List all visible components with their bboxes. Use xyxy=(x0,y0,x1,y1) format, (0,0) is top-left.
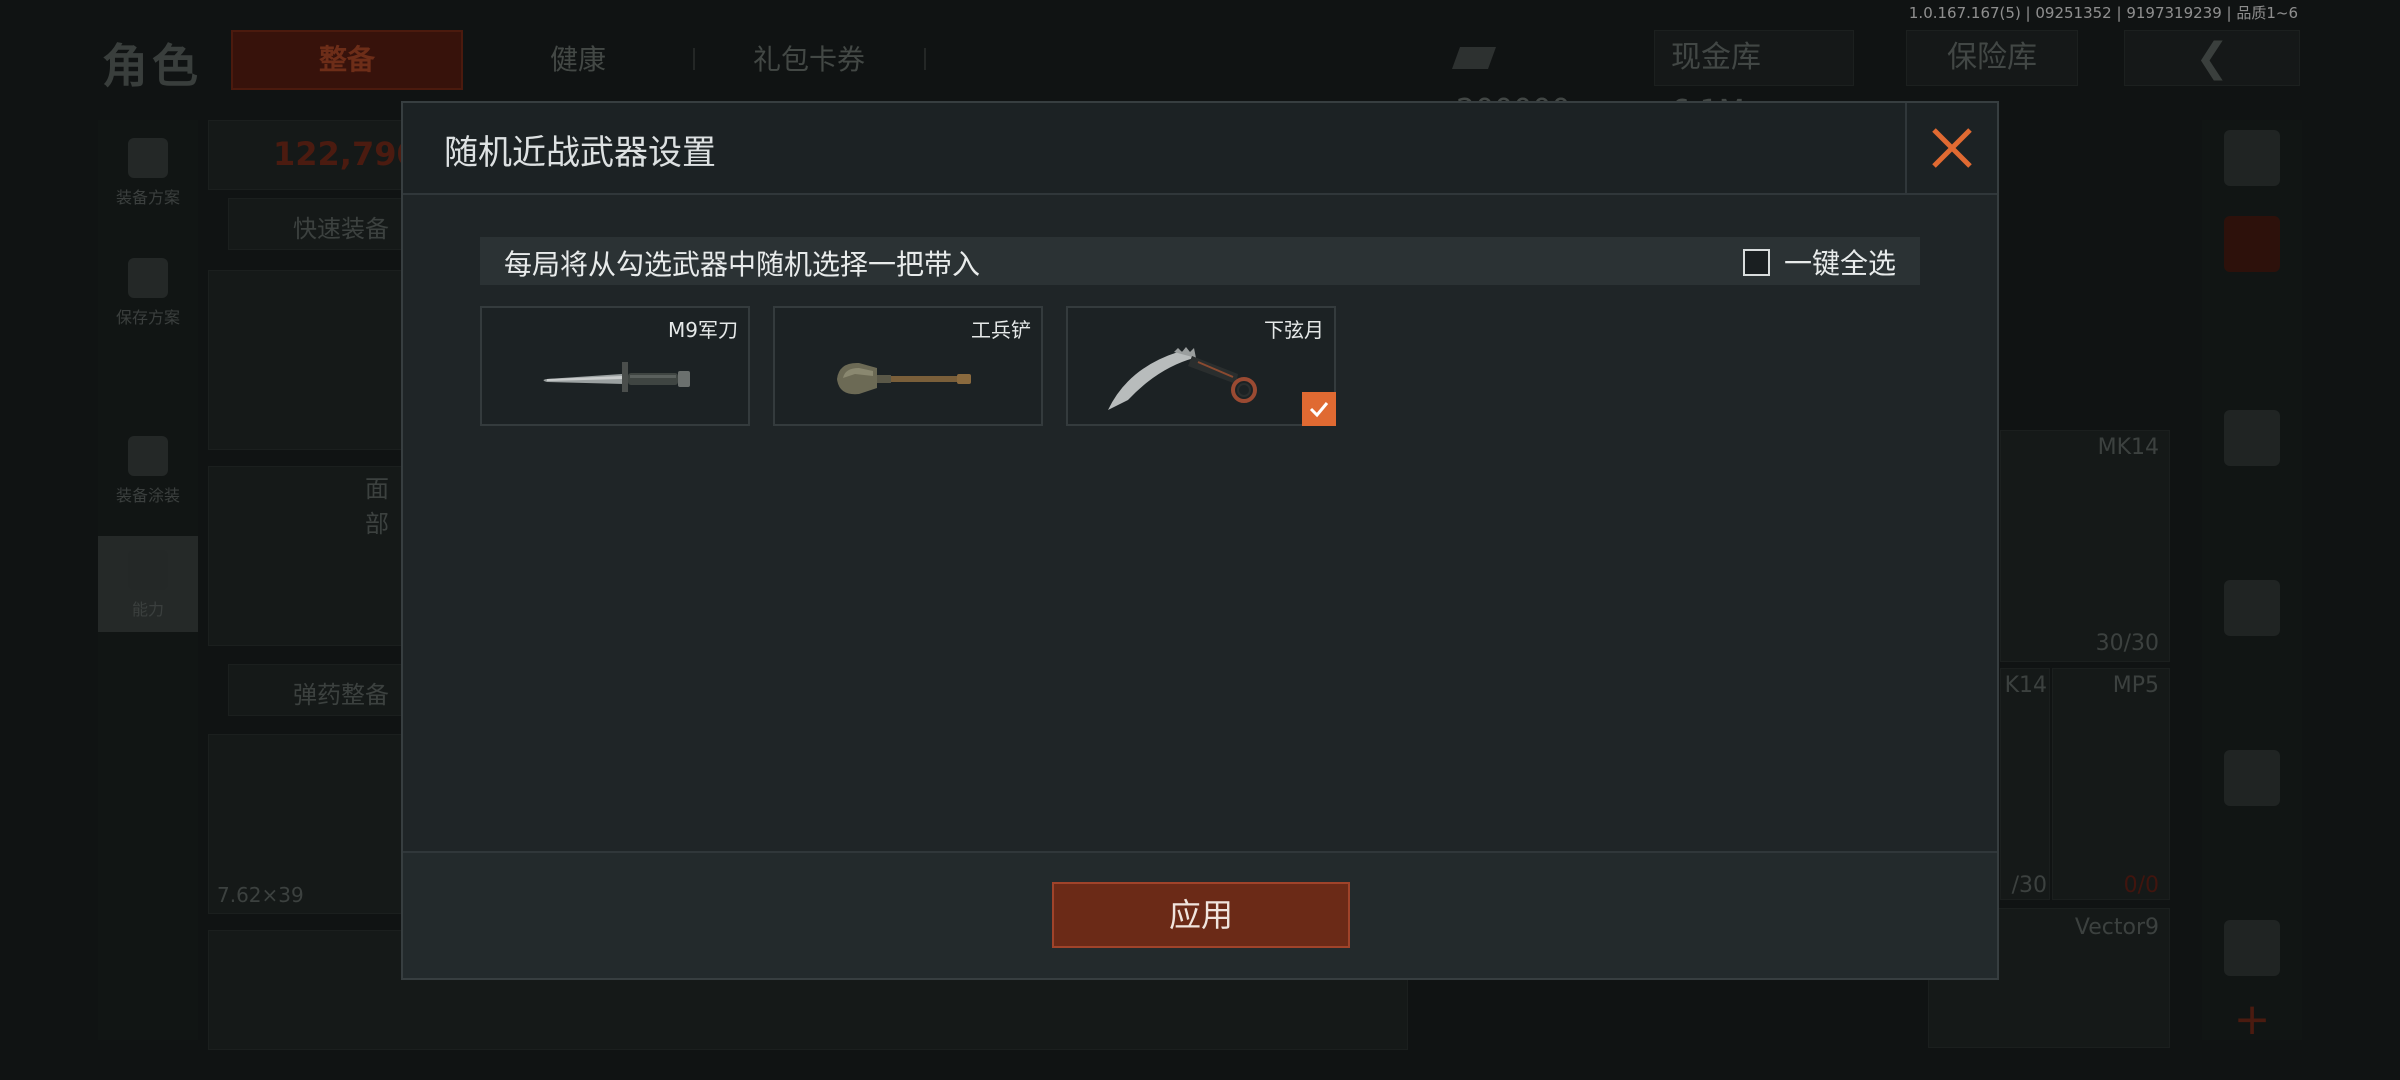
karambit-knife-icon xyxy=(1108,347,1257,410)
select-all-label: 一键全选 xyxy=(1783,247,1896,280)
weapon-checkbox-checked[interactable] xyxy=(1302,392,1336,426)
weapon-card-m9[interactable]: M9军刀 xyxy=(480,306,750,426)
select-all-checkbox[interactable] xyxy=(1742,248,1770,276)
close-icon xyxy=(1932,128,1972,168)
modal-header: 随机近战武器设置 xyxy=(403,103,1997,195)
info-bar: 每局将从勾选武器中随机选择一把带入 一键全选 xyxy=(480,237,1920,285)
entrenching-shovel-icon xyxy=(837,362,971,395)
modal-footer: 应用 xyxy=(403,851,1997,978)
bayonet-knife-icon xyxy=(543,362,690,392)
weapon-card-shovel[interactable]: 工兵铲 xyxy=(773,306,1043,426)
checkmark-icon xyxy=(1309,402,1329,418)
modal-title: 随机近战武器设置 xyxy=(444,133,716,173)
random-selection-description: 每局将从勾选武器中随机选择一把带入 xyxy=(504,248,981,281)
weapon-card-karambit[interactable]: 下弦月 xyxy=(1066,306,1336,426)
select-all-toggle[interactable]: 一键全选 xyxy=(1742,242,1896,282)
close-button[interactable] xyxy=(1905,103,1997,193)
random-melee-settings-dialog: 随机近战武器设置 每局将从勾选武器中随机选择一把带入 一键全选 M9军刀 工兵铲 xyxy=(401,101,1999,980)
apply-button[interactable]: 应用 xyxy=(1052,882,1350,948)
